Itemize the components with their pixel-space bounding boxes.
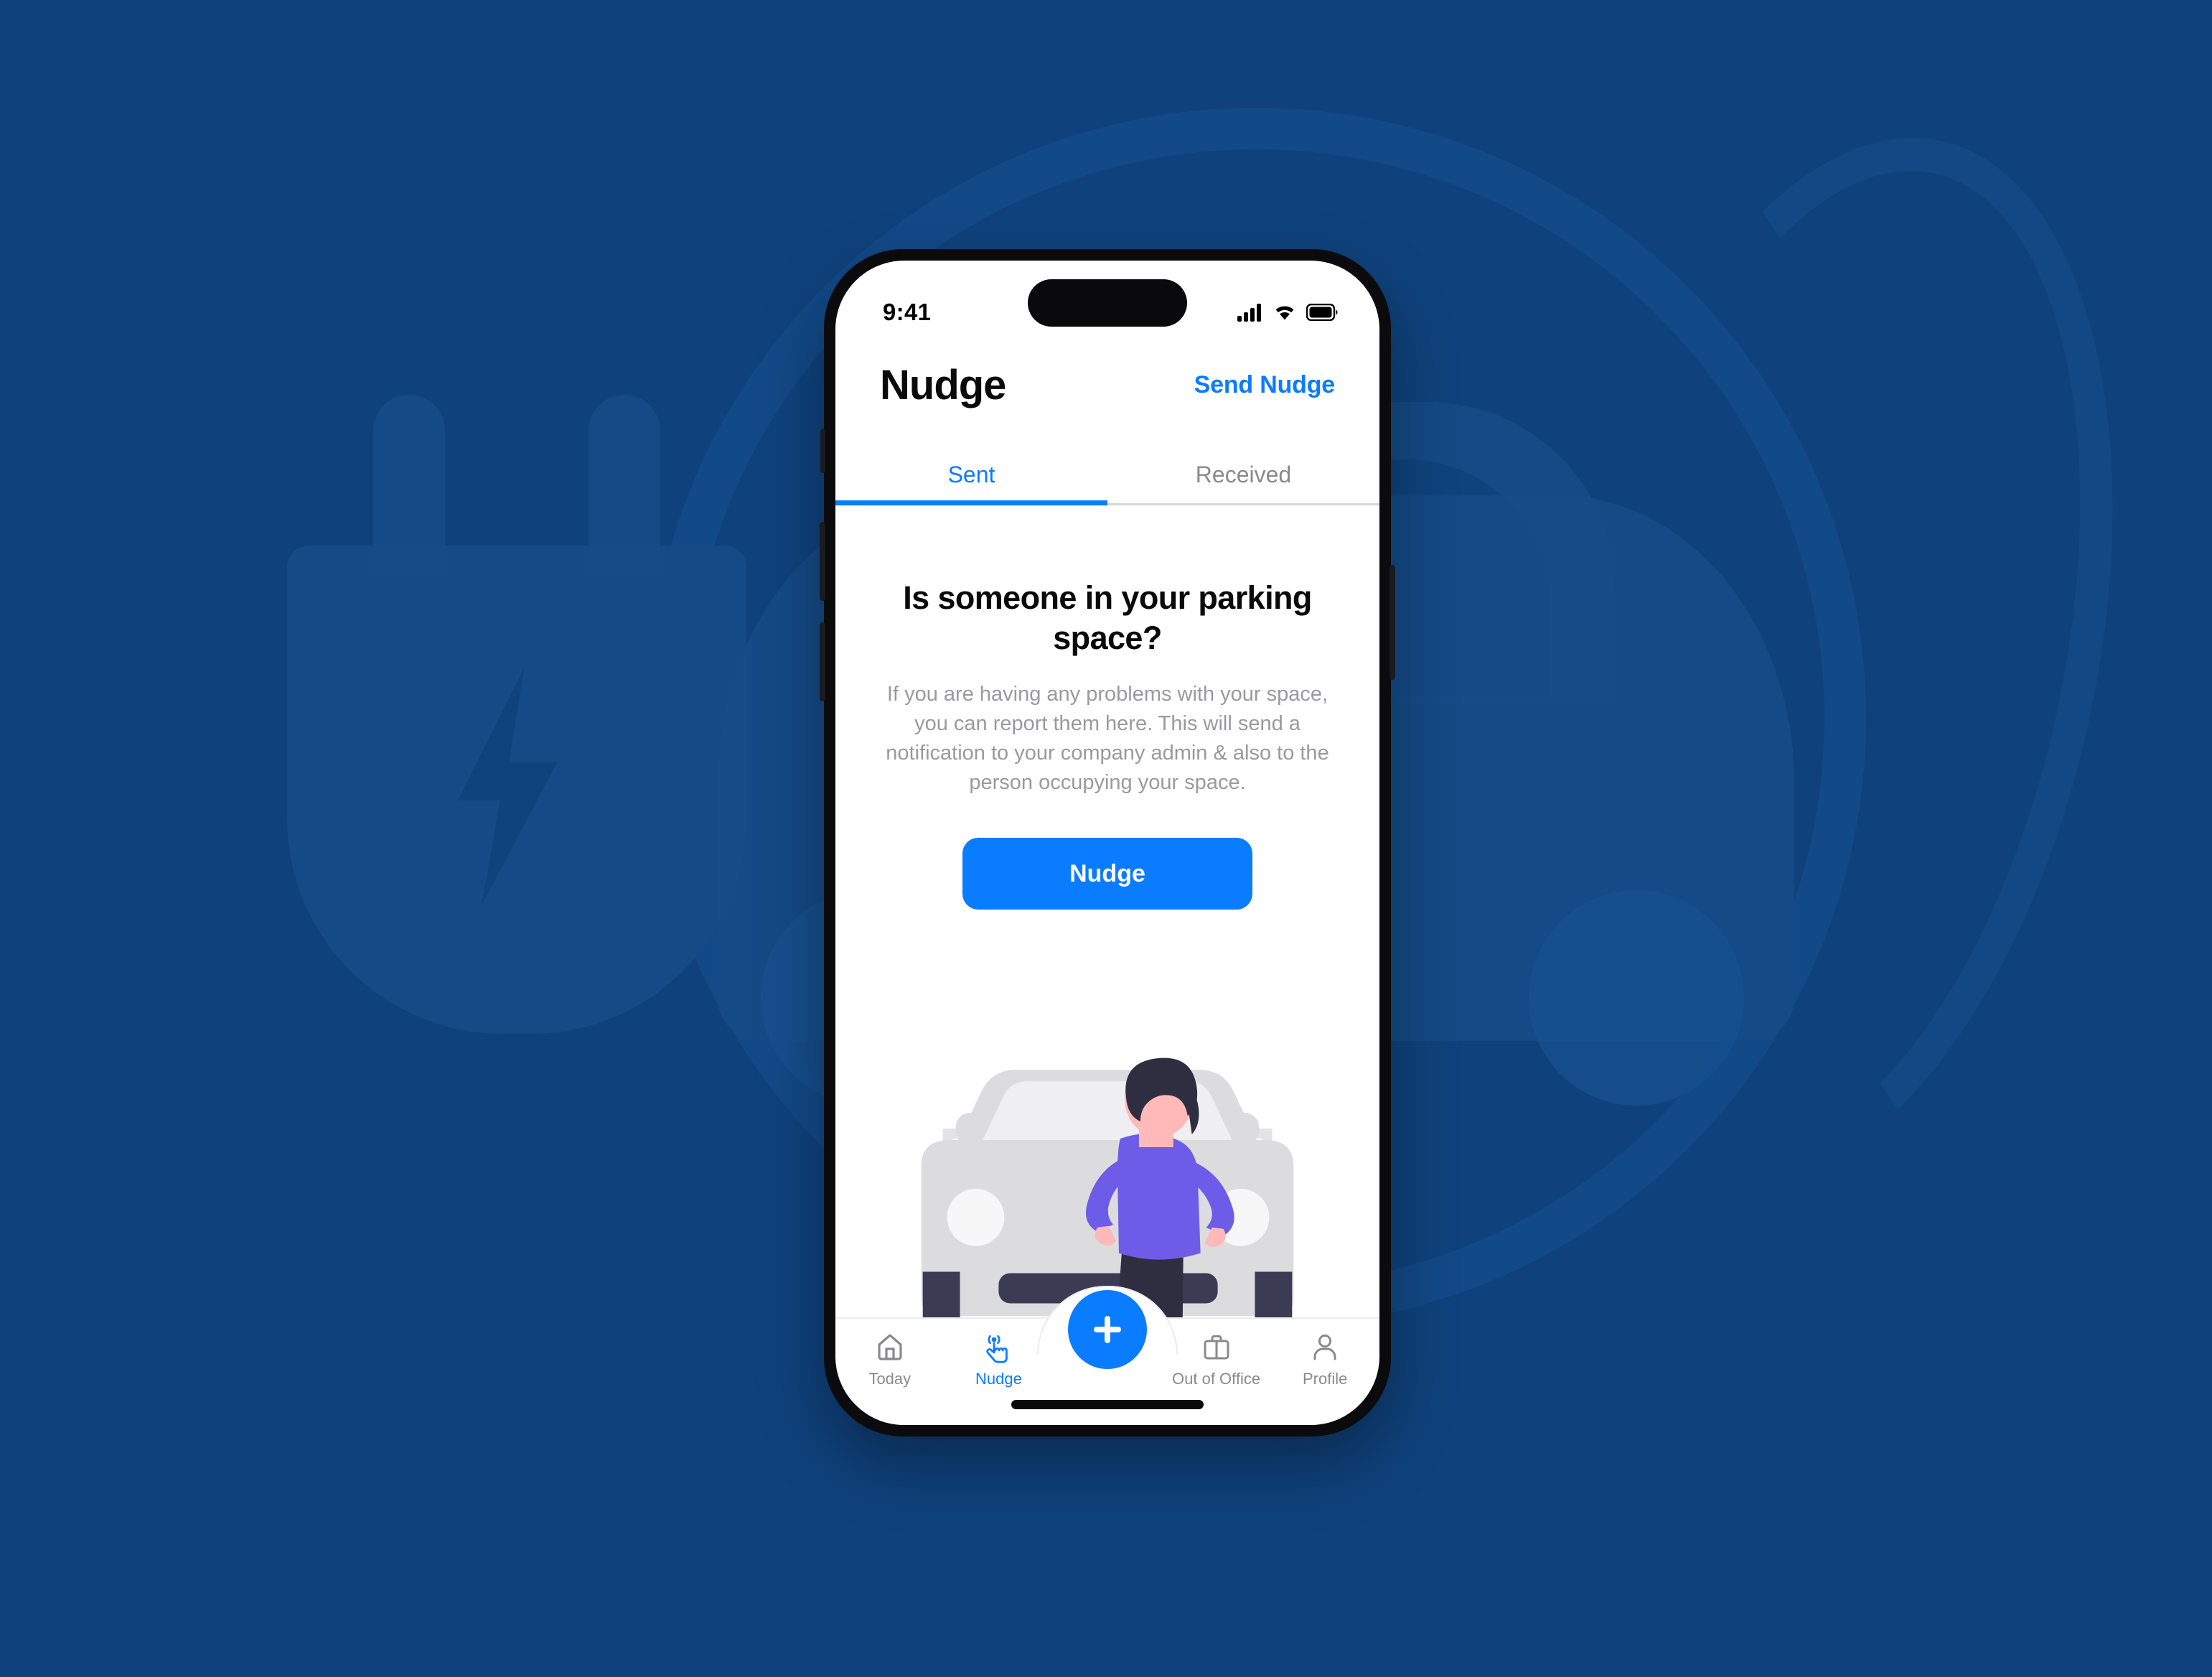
nav-header: Nudge Send Nudge bbox=[835, 361, 1379, 409]
wifi-icon bbox=[1275, 306, 1294, 320]
tab-item-out-of-office[interactable]: Out of Office bbox=[1162, 1330, 1271, 1388]
tab-received-label: Received bbox=[1195, 462, 1292, 487]
ev-plug-icon-pin-left bbox=[373, 395, 445, 574]
home-icon bbox=[878, 1334, 902, 1360]
tab-sent[interactable]: Sent bbox=[835, 462, 1107, 505]
tab-sent-label: Sent bbox=[947, 462, 995, 487]
swoosh-watermark bbox=[1460, 85, 2201, 1235]
send-nudge-button[interactable]: Send Nudge bbox=[1194, 371, 1336, 399]
battery-icon bbox=[1306, 304, 1338, 321]
tab-item-nudge[interactable]: Nudge bbox=[945, 1330, 1054, 1388]
ev-plug-icon-body bbox=[287, 546, 746, 1034]
nudge-button[interactable]: Nudge bbox=[962, 838, 1252, 910]
body-text: If you are having any problems with your… bbox=[886, 682, 1329, 795]
phone-mockup: 9:41 Nudge Send Nudge Sent Received Is s… bbox=[820, 249, 1395, 1437]
tab-received[interactable]: Received bbox=[1107, 462, 1379, 505]
status-bar-indicators bbox=[1237, 303, 1338, 322]
screenshot-root: 9:41 Nudge Send Nudge Sent Received Is s… bbox=[0, 0, 2212, 1677]
lightning-bolt-icon bbox=[457, 668, 558, 905]
tab-received-underline bbox=[1107, 503, 1379, 505]
tab-sent-underline bbox=[835, 500, 1107, 505]
segment-tabs: Sent Received bbox=[835, 462, 1379, 505]
headline: Is someone in your parking space? bbox=[903, 579, 1312, 656]
tab-item-today-label: Today bbox=[868, 1370, 911, 1388]
phone-screen: 9:41 Nudge Send Nudge Sent Received Is s… bbox=[835, 261, 1379, 1425]
silent-switch[interactable] bbox=[820, 429, 825, 473]
add-button[interactable] bbox=[1068, 1290, 1147, 1369]
volume-down-button[interactable] bbox=[820, 622, 825, 701]
dynamic-island bbox=[1028, 279, 1187, 327]
tab-item-out-of-office-label: Out of Office bbox=[1172, 1370, 1261, 1388]
ev-plug-icon-pin-right bbox=[589, 395, 660, 574]
tab-item-profile-label: Profile bbox=[1302, 1370, 1348, 1388]
tab-item-today[interactable]: Today bbox=[835, 1330, 945, 1388]
power-button[interactable] bbox=[1389, 565, 1395, 680]
page-title: Nudge bbox=[880, 362, 1006, 408]
cta-container: Nudge bbox=[835, 838, 1379, 910]
cellular-signal-icon bbox=[1237, 304, 1261, 322]
briefcase-icon bbox=[1204, 1335, 1229, 1360]
home-indicator bbox=[1011, 1400, 1204, 1409]
status-bar-clock: 9:41 bbox=[883, 299, 932, 325]
tap-hand-icon bbox=[986, 1335, 1008, 1363]
car-watermark-wheel-right bbox=[1529, 890, 1744, 1106]
plus-icon bbox=[1094, 1316, 1121, 1343]
tab-item-profile[interactable]: Profile bbox=[1270, 1330, 1379, 1388]
person-icon bbox=[1313, 1334, 1336, 1360]
tab-item-nudge-label: Nudge bbox=[975, 1370, 1022, 1388]
volume-up-button[interactable] bbox=[820, 522, 825, 601]
